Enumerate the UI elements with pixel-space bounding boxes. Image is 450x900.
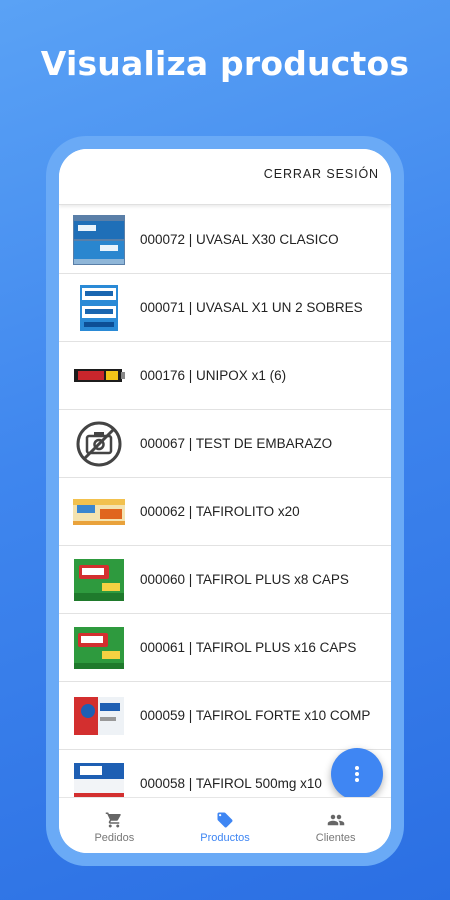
nav-item-clientes[interactable]: Clientes [280, 798, 391, 853]
tag-icon [215, 811, 235, 829]
nav-item-pedidos[interactable]: Pedidos [59, 798, 170, 853]
product-image [72, 213, 126, 267]
product-label: 000061 | TAFIROL PLUS x16 CAPS [140, 640, 357, 655]
product-label: 000176 | UNIPOX x1 (6) [140, 368, 287, 383]
more-vert-icon [355, 766, 359, 782]
bottom-navigation: Pedidos Productos Clientes [59, 797, 391, 853]
product-list[interactable]: 000072 | UVASAL X30 CLASICO 000071 | UVA… [59, 206, 391, 818]
product-label: 000059 | TAFIROL FORTE x10 COMP [140, 708, 371, 723]
app-bar: CERRAR SESIÓN [59, 149, 391, 205]
product-row[interactable]: 000060 | TAFIROL PLUS x8 CAPS [59, 546, 391, 614]
product-label: 000072 | UVASAL X30 CLASICO [140, 232, 339, 247]
nav-label: Productos [200, 832, 250, 844]
product-row[interactable]: 000062 | TAFIROLITO x20 [59, 478, 391, 546]
product-image [72, 485, 126, 539]
product-label: 000062 | TAFIROLITO x20 [140, 504, 300, 519]
cart-icon [105, 811, 123, 829]
product-label: 000071 | UVASAL X1 UN 2 SOBRES [140, 300, 363, 315]
product-image [72, 621, 126, 675]
product-row[interactable]: 000067 | TEST DE EMBARAZO [59, 410, 391, 478]
product-row[interactable]: 000059 | TAFIROL FORTE x10 COMP [59, 682, 391, 750]
product-row[interactable]: 000176 | UNIPOX x1 (6) [59, 342, 391, 410]
product-row[interactable]: 000071 | UVASAL X1 UN 2 SOBRES [59, 274, 391, 342]
product-label: 000060 | TAFIROL PLUS x8 CAPS [140, 572, 349, 587]
promo-headline: Visualiza productos [40, 44, 410, 83]
product-image [72, 281, 126, 335]
product-label: 000067 | TEST DE EMBARAZO [140, 436, 333, 451]
product-image [72, 553, 126, 607]
app-screen: CERRAR SESIÓN 000072 | UVASAL X30 CLASIC… [59, 149, 391, 853]
product-image [72, 689, 126, 743]
logout-button[interactable]: CERRAR SESIÓN [264, 167, 379, 181]
nav-item-productos[interactable]: Productos [170, 798, 281, 853]
nav-label: Pedidos [94, 832, 135, 844]
nav-label: Clientes [315, 832, 356, 844]
no-photo-icon [72, 417, 126, 471]
product-image [72, 349, 126, 403]
people-icon [326, 811, 346, 829]
product-row[interactable]: 000072 | UVASAL X30 CLASICO [59, 206, 391, 274]
product-row[interactable]: 000061 | TAFIROL PLUS x16 CAPS [59, 614, 391, 682]
options-fab[interactable] [331, 748, 383, 800]
